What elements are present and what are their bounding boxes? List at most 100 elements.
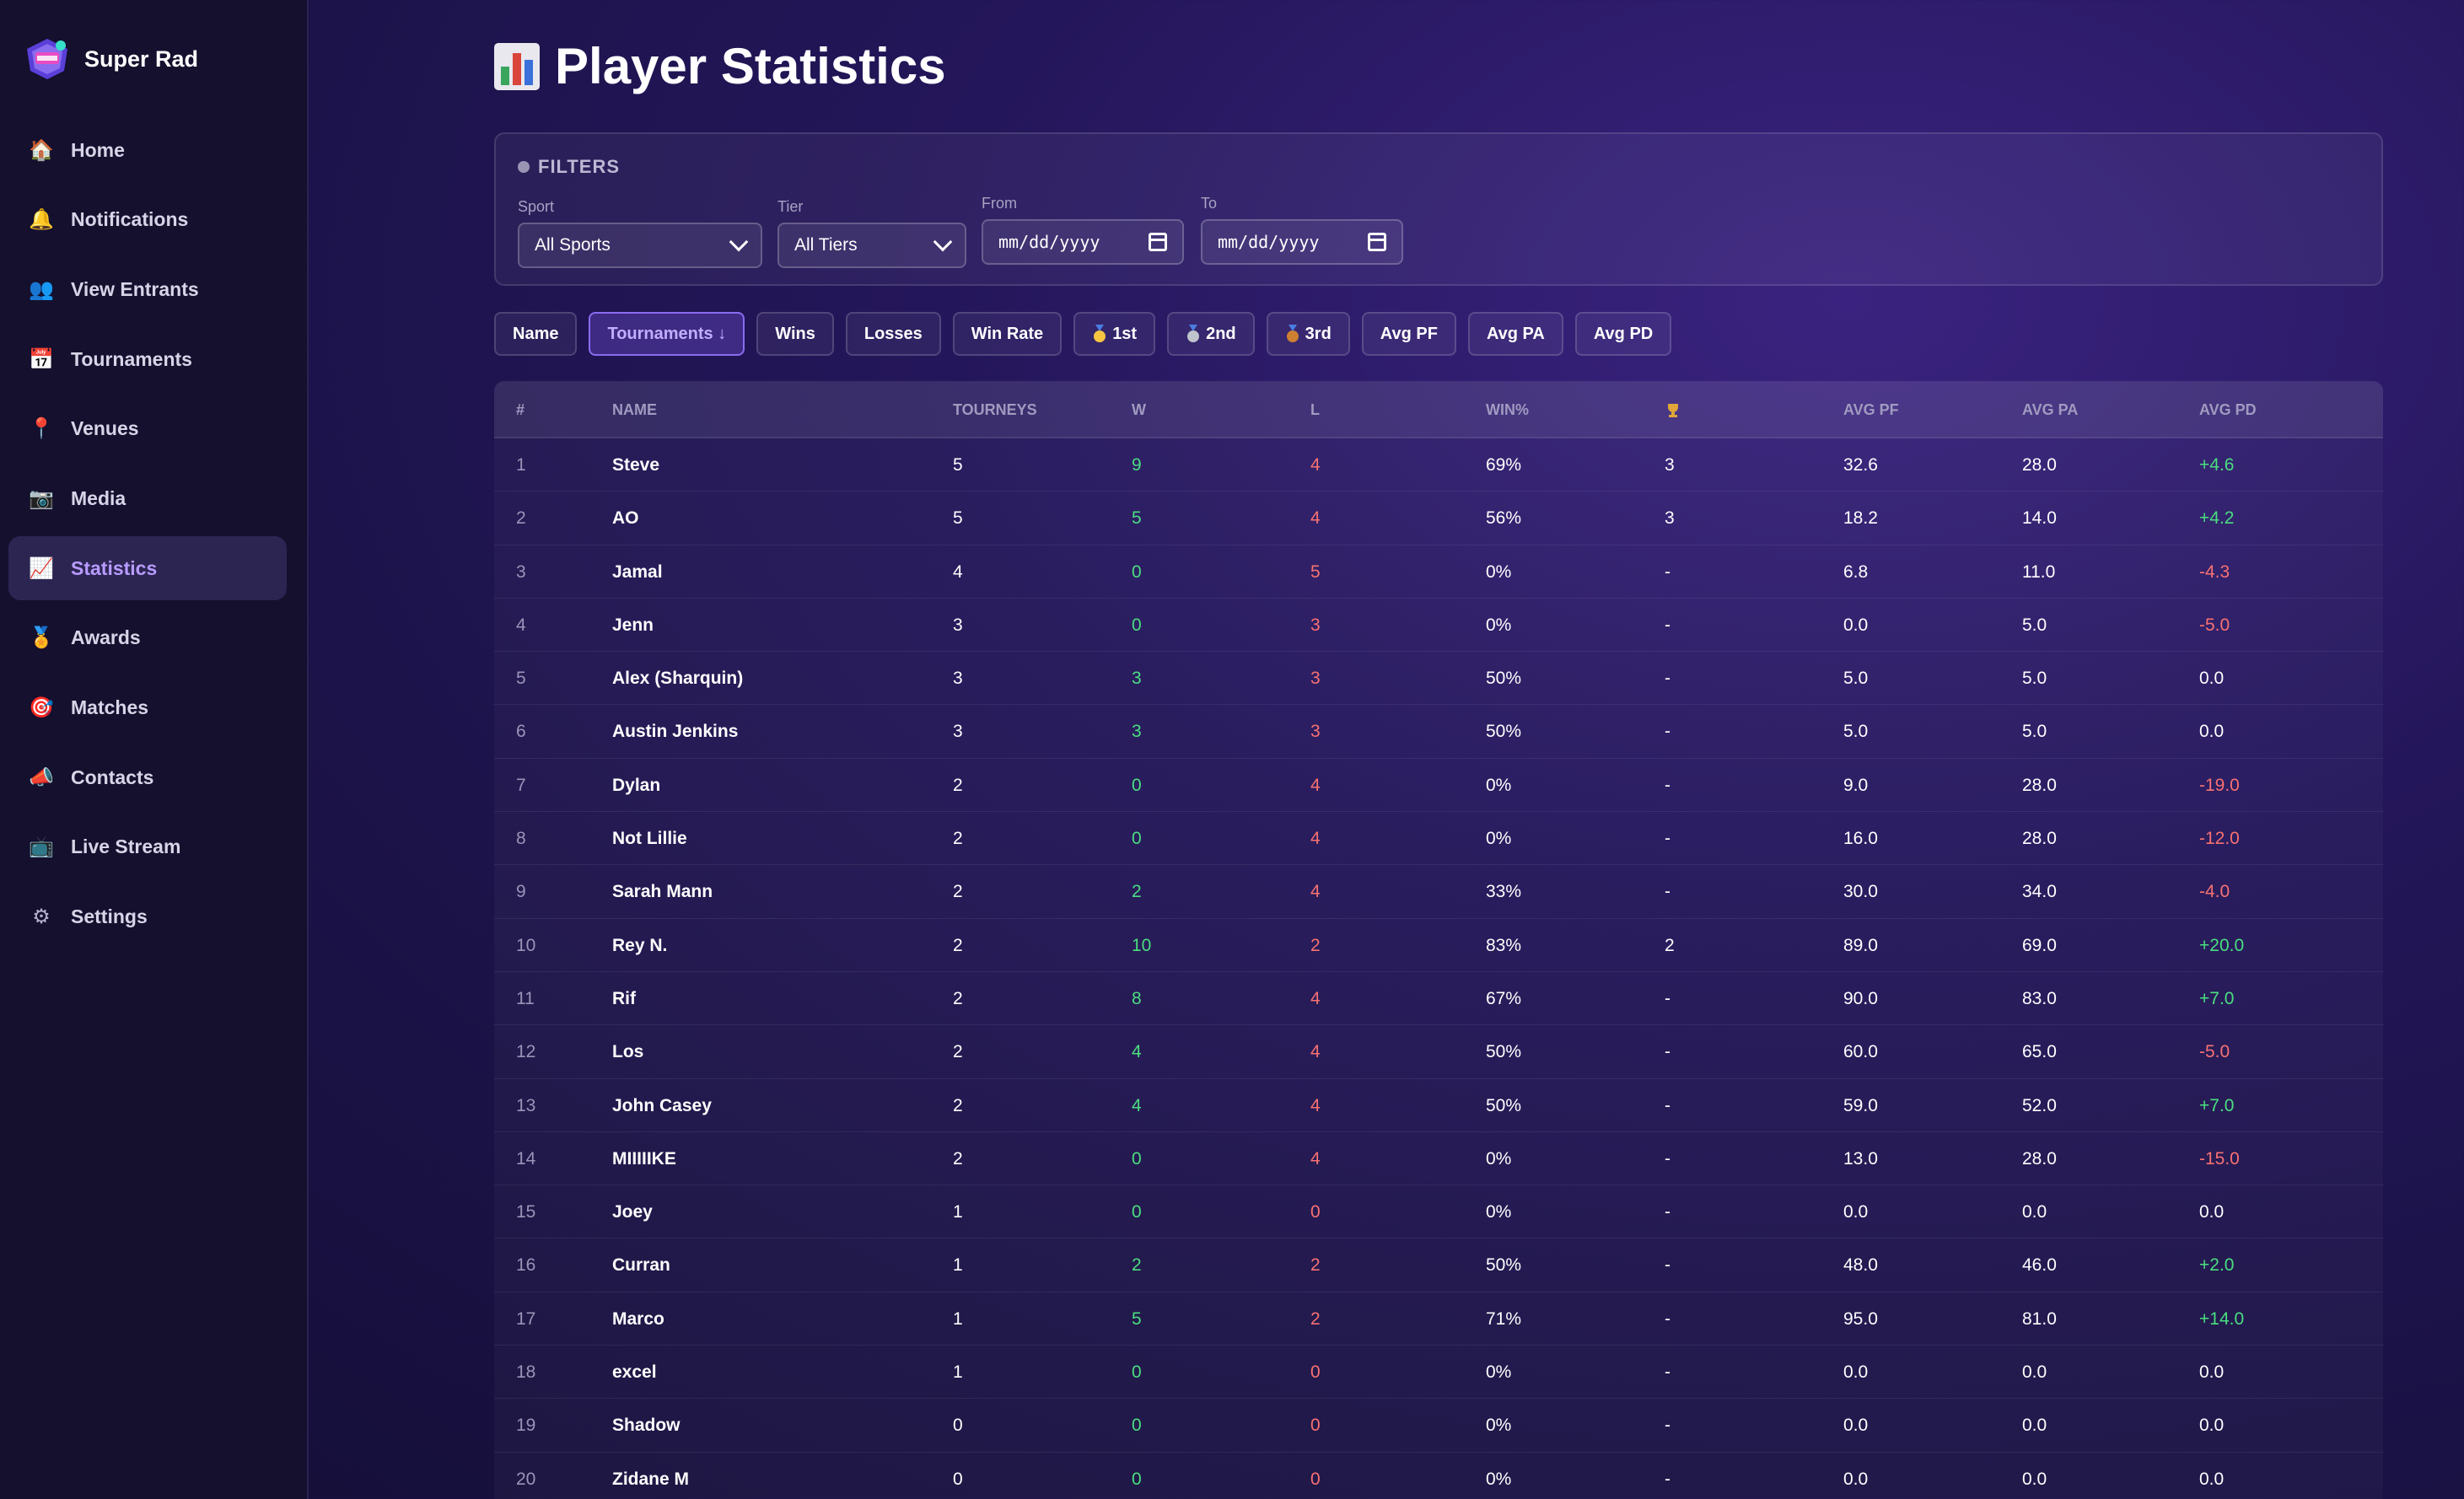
table-row[interactable]: 13 John Casey 2 4 4 50% - 59.0 52.0 +7.0	[494, 1079, 2383, 1132]
cell-tourneys: 5	[953, 455, 963, 475]
header-avg-pf[interactable]: AVG PF	[1843, 381, 1899, 438]
table-row[interactable]: 2 AO 5 5 4 56% 3 18.2 14.0 +4.2	[494, 492, 2383, 545]
header-win-pct[interactable]: WIN%	[1486, 381, 1529, 438]
sidebar-item-live-stream[interactable]: 📺 Live Stream	[8, 815, 287, 879]
cell-name[interactable]: Los	[612, 1025, 643, 1078]
sort-button-tournaments[interactable]: Tournaments ↓	[589, 312, 745, 356]
cell-rank: 13	[516, 1095, 536, 1115]
tier-select[interactable]: All Tiers	[777, 223, 966, 268]
cell-rank: 17	[516, 1308, 536, 1329]
cell-name[interactable]: Jamal	[612, 545, 663, 599]
sidebar-item-settings[interactable]: ⚙ Settings	[8, 885, 287, 949]
cell-tourneys: 2	[953, 775, 963, 795]
table-row[interactable]: 18 excel 1 0 0 0% - 0.0 0.0 0.0	[494, 1346, 2383, 1400]
sidebar-item-view-entrants[interactable]: 👥 View Entrants	[8, 257, 287, 321]
table-row[interactable]: 9 Sarah Mann 2 2 4 33% - 30.0 34.0 -4.0	[494, 865, 2383, 919]
cell-name[interactable]: John Casey	[612, 1079, 712, 1132]
sort-button-losses[interactable]: Losses	[845, 312, 941, 356]
sidebar-item-tournaments[interactable]: 📅 Tournaments	[8, 327, 287, 391]
sidebar-item-media[interactable]: 📷 Media	[8, 466, 287, 530]
cell-name[interactable]: AO	[612, 492, 639, 545]
calendar-icon[interactable]	[1368, 233, 1386, 251]
sidebar-item-matches[interactable]: 🎯 Matches	[8, 676, 287, 740]
sort-button-label: Win Rate	[971, 324, 1044, 343]
table-row[interactable]: 1 Steve 5 9 4 69% 3 32.6 28.0 +4.6	[494, 438, 2383, 492]
header-losses[interactable]: L	[1310, 381, 1320, 438]
cell-avg-pd: +4.6	[2199, 455, 2235, 475]
sort-button-wins[interactable]: Wins	[756, 312, 834, 356]
cell-name[interactable]: Marco	[612, 1292, 664, 1346]
cell-name[interactable]: Zidane M	[612, 1453, 689, 1499]
to-date-input[interactable]: mm/dd/yyyy	[1201, 219, 1403, 265]
table-row[interactable]: 19 Shadow 0 0 0 0% - 0.0 0.0 0.0	[494, 1399, 2383, 1453]
table-row[interactable]: 4 Jenn 3 0 3 0% - 0.0 5.0 -5.0	[494, 599, 2383, 653]
calendar-icon[interactable]	[1149, 233, 1167, 251]
sort-button-2nd[interactable]: 2nd	[1167, 312, 1255, 356]
chevron-down-icon	[729, 232, 749, 252]
sport-select[interactable]: All Sports	[518, 223, 762, 268]
cell-trophies: 2	[1665, 935, 1675, 955]
table-row[interactable]: 11 Rif 2 8 4 67% - 90.0 83.0 +7.0	[494, 972, 2383, 1026]
cell-name[interactable]: Austin Jenkins	[612, 705, 738, 758]
sidebar-item-notifications[interactable]: 🔔 Notifications	[8, 188, 287, 252]
table-row[interactable]: 17 Marco 1 5 2 71% - 95.0 81.0 +14.0	[494, 1292, 2383, 1346]
table-row[interactable]: 15 Joey 1 0 0 0% - 0.0 0.0 0.0	[494, 1185, 2383, 1239]
cell-name[interactable]: Shadow	[612, 1399, 681, 1452]
table-row[interactable]: 3 Jamal 4 0 5 0% - 6.8 11.0 -4.3	[494, 545, 2383, 599]
cell-avg-pf: 5.0	[1843, 722, 1869, 742]
sort-button-avg-pf[interactable]: Avg PF	[1361, 312, 1456, 356]
table-row[interactable]: 6 Austin Jenkins 3 3 3 50% - 5.0 5.0 0.0	[494, 705, 2383, 759]
table-row[interactable]: 8 Not Lillie 2 0 4 0% - 16.0 28.0 -12.0	[494, 812, 2383, 866]
sidebar-item-awards[interactable]: 🏅 Awards	[8, 606, 287, 670]
sidebar-item-venues[interactable]: 📍 Venues	[8, 397, 287, 461]
header-wins[interactable]: W	[1132, 381, 1146, 438]
cell-name[interactable]: Joey	[612, 1185, 653, 1238]
cell-name[interactable]: Dylan	[612, 759, 660, 812]
sidebar-item-statistics[interactable]: 📈 Statistics	[8, 536, 287, 601]
cell-name[interactable]: Rey N.	[612, 919, 667, 972]
cell-win-pct: 71%	[1486, 1308, 1522, 1329]
cell-avg-pa: 69.0	[2022, 935, 2057, 955]
cell-win-pct: 67%	[1486, 988, 1522, 1008]
cell-name[interactable]: MIIIIIKE	[612, 1132, 676, 1185]
sort-button-avg-pd[interactable]: Avg PD	[1574, 312, 1672, 356]
sidebar: Super Rad 🏠 Home 🔔 Notifications 👥 View Entra…	[0, 0, 309, 1499]
table-row[interactable]: 14 MIIIIIKE 2 0 4 0% - 13.0 28.0 -15.0	[494, 1132, 2383, 1186]
cell-win-pct: 0%	[1486, 561, 1512, 582]
brand[interactable]: Super Rad	[24, 37, 198, 81]
cell-name[interactable]: Rif	[612, 972, 636, 1025]
cell-name[interactable]: Sarah Mann	[612, 865, 713, 918]
sort-button-name[interactable]: Name	[494, 312, 578, 356]
cell-name[interactable]: Jenn	[612, 599, 654, 652]
cell-avg-pa: 28.0	[2022, 829, 2057, 849]
header-avg-pd[interactable]: AVG PD	[2199, 381, 2257, 438]
table-row[interactable]: 5 Alex (Sharquin) 3 3 3 50% - 5.0 5.0 0.0	[494, 652, 2383, 706]
cell-name[interactable]: Alex (Sharquin)	[612, 652, 743, 705]
sort-button-win-rate[interactable]: Win Rate	[952, 312, 1063, 356]
header-tourneys[interactable]: TOURNEYS	[953, 381, 1037, 438]
cell-name[interactable]: Curran	[612, 1238, 670, 1292]
sort-button-1st[interactable]: 1st	[1073, 312, 1156, 356]
cell-avg-pa: 34.0	[2022, 882, 2057, 902]
table-row[interactable]: 7 Dylan 2 0 4 0% - 9.0 28.0 -19.0	[494, 759, 2383, 813]
table-row[interactable]: 20 Zidane M 0 0 0 0% - 0.0 0.0 0.0	[494, 1453, 2383, 1499]
table-row[interactable]: 16 Curran 1 2 2 50% - 48.0 46.0 +2.0	[494, 1238, 2383, 1292]
cell-name[interactable]: Not Lillie	[612, 812, 687, 865]
cell-name[interactable]: Steve	[612, 438, 659, 492]
table-row[interactable]: 10 Rey N. 2 10 2 83% 2 89.0 69.0 +20.0	[494, 919, 2383, 972]
sidebar-item-label: Contacts	[71, 766, 154, 788]
sort-button-avg-pa[interactable]: Avg PA	[1467, 312, 1563, 356]
sort-button-3rd[interactable]: 3rd	[1266, 312, 1350, 356]
cell-avg-pd: -5.0	[2199, 615, 2230, 635]
header-trophy[interactable]	[1665, 381, 1681, 438]
cell-trophies: -	[1665, 1308, 1670, 1329]
header-rank[interactable]: #	[516, 381, 525, 438]
sidebar-item-home[interactable]: 🏠 Home	[8, 118, 287, 182]
cell-name[interactable]: excel	[612, 1346, 657, 1399]
from-date-input[interactable]: mm/dd/yyyy	[982, 219, 1184, 265]
cell-wins: 0	[1132, 829, 1142, 849]
header-name[interactable]: NAME	[612, 381, 657, 438]
table-row[interactable]: 12 Los 2 4 4 50% - 60.0 65.0 -5.0	[494, 1025, 2383, 1079]
header-avg-pa[interactable]: AVG PA	[2022, 381, 2078, 438]
sidebar-item-contacts[interactable]: 📣 Contacts	[8, 745, 287, 809]
